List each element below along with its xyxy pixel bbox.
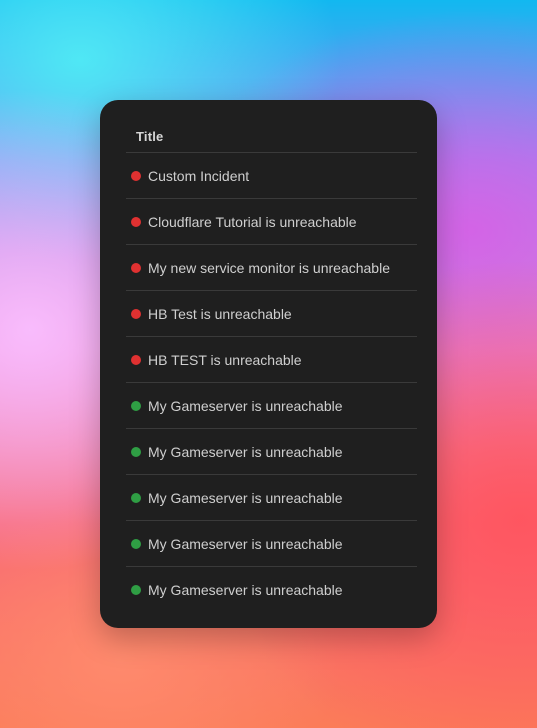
incident-title: My Gameserver is unreachable	[148, 397, 343, 414]
status-dot-icon	[131, 170, 141, 181]
table-row[interactable]: My Gameserver is unreachable	[126, 521, 417, 567]
status-dot-icon	[131, 446, 141, 457]
status-dot-icon	[131, 354, 141, 365]
incident-title: HB TEST is unreachable	[148, 351, 302, 368]
table-row[interactable]: Cloudflare Tutorial is unreachable	[126, 199, 417, 245]
status-dot-icon	[131, 262, 141, 273]
column-header-title[interactable]: Title	[136, 129, 164, 144]
table-header: Title	[126, 120, 417, 153]
incident-title: My new service monitor is unreachable	[148, 259, 390, 276]
table-row[interactable]: HB TEST is unreachable	[126, 337, 417, 383]
incident-title: My Gameserver is unreachable	[148, 535, 343, 552]
incident-title: My Gameserver is unreachable	[148, 443, 343, 460]
incident-title: HB Test is unreachable	[148, 305, 292, 322]
status-dot-icon	[131, 308, 141, 319]
incident-title: My Gameserver is unreachable	[148, 489, 343, 506]
status-dot-icon	[131, 585, 141, 595]
table-body: Custom Incident Cloudflare Tutorial is u…	[126, 153, 417, 613]
status-dot-icon	[131, 538, 141, 549]
status-dot-icon	[131, 492, 141, 503]
table-row[interactable]: My Gameserver is unreachable	[126, 475, 417, 521]
incident-title: Cloudflare Tutorial is unreachable	[148, 213, 357, 230]
table-row[interactable]: HB Test is unreachable	[126, 291, 417, 337]
incidents-card: Title Custom Incident Cloudflare Tutoria…	[100, 100, 437, 628]
incident-title: Custom Incident	[148, 167, 250, 184]
table-row[interactable]: My Gameserver is unreachable	[126, 383, 417, 429]
table-row[interactable]: Custom Incident	[126, 153, 417, 199]
table-row[interactable]: My Gameserver is unreachable	[126, 567, 417, 613]
status-dot-icon	[131, 400, 141, 411]
table-row[interactable]: My Gameserver is unreachable	[126, 429, 417, 475]
incidents-table: Title Custom Incident Cloudflare Tutoria…	[126, 120, 417, 613]
status-dot-icon	[131, 216, 141, 227]
table-row[interactable]: My new service monitor is unreachable	[126, 245, 417, 291]
incident-title: My Gameserver is unreachable	[148, 582, 343, 598]
